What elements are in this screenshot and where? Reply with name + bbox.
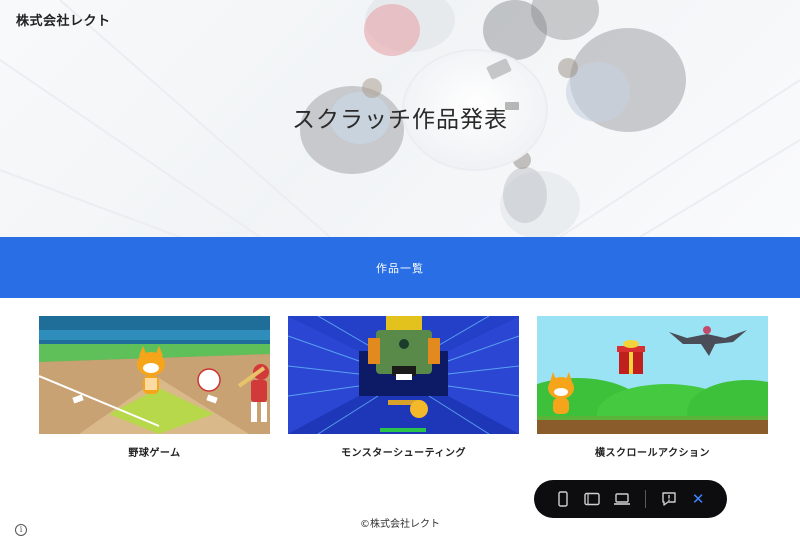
work-card-monster-shooting[interactable]: モンスターシューティング: [288, 316, 519, 459]
work-card-side-scroll-action[interactable]: 横スクロールアクション: [537, 316, 768, 459]
section-title: 作品一覧: [376, 261, 424, 275]
comment-button[interactable]: [654, 480, 684, 518]
tablet-view-button[interactable]: [578, 480, 608, 518]
site-logo[interactable]: 株式会社レクト: [16, 10, 111, 29]
work-thumbnail-side-scroll-action[interactable]: [537, 316, 768, 434]
works-section-header: 作品一覧: [0, 237, 800, 298]
desktop-view-button[interactable]: [607, 480, 637, 518]
work-thumbnail-baseball[interactable]: [39, 316, 270, 434]
work-title[interactable]: 野球ゲーム: [39, 444, 270, 459]
preview-toolbar: ✕: [534, 480, 727, 518]
tablet-icon: [584, 492, 601, 506]
hero-title: スクラッチ作品発表: [292, 107, 508, 133]
comment-icon: [661, 492, 676, 506]
work-thumbnail-monster-shooting[interactable]: [288, 316, 519, 434]
phone-icon: [558, 491, 568, 507]
close-button[interactable]: ✕: [683, 480, 713, 518]
laptop-icon: [614, 493, 631, 505]
info-icon[interactable]: i: [15, 524, 27, 536]
toolbar-divider: [644, 490, 646, 508]
close-icon: ✕: [691, 490, 705, 508]
hero-banner: 株式会社レクト スクラッチ作品発表: [0, 0, 800, 237]
work-title[interactable]: 横スクロールアクション: [537, 444, 768, 459]
work-card-baseball[interactable]: 野球ゲーム: [39, 316, 270, 459]
phone-view-button[interactable]: [548, 480, 578, 518]
work-title[interactable]: モンスターシューティング: [288, 444, 519, 459]
